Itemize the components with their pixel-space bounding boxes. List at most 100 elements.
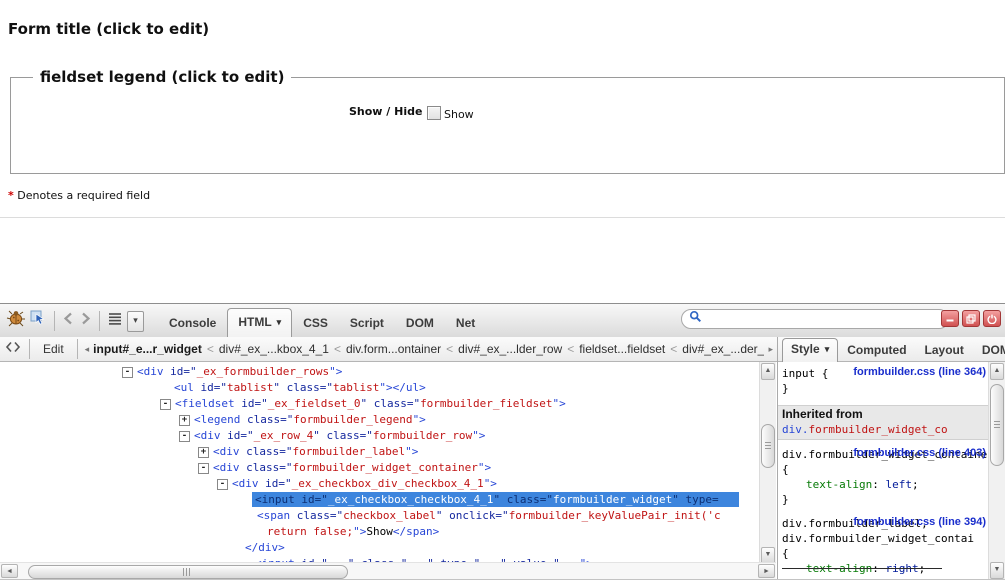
css-selector-line: div.formbuilder_widget_containeformbuild… xyxy=(778,447,988,462)
html-tree: -<div id="_ex_formbuilder_rows"><ul id="… xyxy=(0,362,759,567)
css-selector-line: div.formbuilder_widget_contai xyxy=(778,531,988,546)
breadcrumb-item[interactable]: div.form...ontainer xyxy=(346,342,441,356)
crumb-scroll-right-icon[interactable]: ▸ xyxy=(768,344,773,355)
css-property[interactable]: text-align: right; xyxy=(778,561,988,576)
html-tree-row[interactable]: </div> xyxy=(0,540,759,556)
side-tab-computed[interactable]: Computed xyxy=(838,339,915,362)
css-file-link[interactable]: formbuilder.css (line 394) xyxy=(853,516,986,528)
breadcrumb-item[interactable]: div#_ex_...lder_row xyxy=(458,342,562,356)
html-tree-horizontal-scrollbar[interactable]: ◄ ► xyxy=(0,562,776,579)
style-panel-vertical-scrollbar[interactable]: ▲ ▼ xyxy=(988,362,1005,580)
expand-toggle-icon[interactable]: + xyxy=(198,447,209,458)
style-rules-panel: input {formbuilder.css (line 364)}Inheri… xyxy=(778,362,988,580)
scrollbar-thumb[interactable] xyxy=(761,424,775,468)
tab-label: Style xyxy=(791,342,820,356)
side-tab-style[interactable]: Style▾ xyxy=(782,338,838,362)
html-tree-vertical-scrollbar[interactable]: ▲ ▼ xyxy=(759,362,776,565)
scrollbar-thumb[interactable] xyxy=(28,565,348,579)
panel-list-icon[interactable] xyxy=(107,311,123,332)
css-rule: input {formbuilder.css (line 364)} xyxy=(778,366,988,396)
detach-window-button[interactable] xyxy=(962,310,980,327)
css-property[interactable]: text-align: left; xyxy=(778,477,988,492)
breadcrumb-item[interactable]: div#_ex_...der_rows xyxy=(682,342,764,356)
close-power-button[interactable] xyxy=(983,310,1001,327)
collapse-toggle-icon[interactable]: - xyxy=(122,367,133,378)
code-token: tablist xyxy=(333,381,379,394)
inspect-element-icon[interactable] xyxy=(30,310,47,332)
crumb-scroll-left-icon[interactable]: ◂ xyxy=(85,344,90,355)
minimize-button[interactable] xyxy=(941,310,959,327)
tab-dom[interactable]: DOM xyxy=(395,309,445,338)
side-panel-tabs: Style▾ Computed LayoutDOM xyxy=(782,338,1005,362)
search-input[interactable] xyxy=(706,311,948,327)
side-tab-layout[interactable]: Layout xyxy=(916,339,973,362)
code-token: id=" xyxy=(265,477,292,490)
code-token: formbuilder_label xyxy=(292,445,405,458)
collapse-toggle-icon[interactable]: - xyxy=(217,479,228,490)
back-chevron-icon[interactable] xyxy=(62,311,75,331)
breadcrumb-item[interactable]: div#_ex_...kbox_4_1 xyxy=(219,342,329,356)
breadcrumb-item[interactable]: fieldset...fieldset xyxy=(579,342,665,356)
code-token: "> xyxy=(379,381,392,394)
code-brackets-icon[interactable] xyxy=(0,340,26,359)
collapse-toggle-icon[interactable]: - xyxy=(160,399,171,410)
toolbar-dropdown-button[interactable]: ▾ xyxy=(127,311,144,332)
scrollbar-thumb[interactable] xyxy=(990,384,1004,466)
code-token: "> xyxy=(353,525,366,538)
show-checkbox-label[interactable]: Show xyxy=(444,108,474,121)
fieldset-legend[interactable]: fieldset legend (click to edit) xyxy=(33,68,291,86)
code-token: formbuilder_legend xyxy=(293,413,412,426)
code-token: formbuilder_widget xyxy=(553,493,672,506)
tab-css[interactable]: CSS xyxy=(292,309,339,338)
breadcrumb-separator: < xyxy=(670,342,677,356)
breadcrumb-item[interactable]: input#_e...r_widget xyxy=(93,342,202,356)
tab-script[interactable]: Script xyxy=(339,309,395,338)
caret-down-icon: ▾ xyxy=(277,317,282,328)
code-token: <div xyxy=(137,365,170,378)
scroll-down-button[interactable]: ▼ xyxy=(990,562,1004,579)
html-tree-row[interactable]: return false;">Show</span> xyxy=(0,524,759,540)
tab-label: CSS xyxy=(303,316,328,330)
tab-net[interactable]: Net xyxy=(445,309,486,338)
search-box[interactable] xyxy=(681,309,949,329)
html-tree-row[interactable]: <input id="_ex_checkbox_checkbox_4_1" cl… xyxy=(0,492,759,508)
collapse-toggle-icon[interactable]: - xyxy=(198,463,209,474)
html-tree-row[interactable]: <span class="checkbox_label" onclick="fo… xyxy=(0,508,759,524)
scroll-up-button[interactable]: ▲ xyxy=(990,363,1004,380)
tab-console[interactable]: Console xyxy=(158,309,227,338)
code-token: id=" xyxy=(170,365,197,378)
scroll-up-button[interactable]: ▲ xyxy=(761,363,775,380)
html-tree-row[interactable]: -<div id="_ex_row_4" class="formbuilder_… xyxy=(0,428,759,444)
html-tree-row[interactable]: -<div class="formbuilder_widget_containe… xyxy=(0,460,759,476)
html-tree-row[interactable]: -<div id="_ex_formbuilder_rows"> xyxy=(0,364,759,380)
css-file-link[interactable]: formbuilder.css (line 403) xyxy=(853,447,986,459)
forward-chevron-icon[interactable] xyxy=(79,311,92,331)
breadcrumb: input#_e...r_widget<div#_ex_...kbox_4_1<… xyxy=(93,342,764,356)
form-title[interactable]: Form title (click to edit) xyxy=(8,20,209,38)
html-tree-row[interactable]: +<div class="formbuilder_label"> xyxy=(0,444,759,460)
side-tab-dom[interactable]: DOM xyxy=(973,339,1005,362)
code-token: class=" xyxy=(326,429,372,442)
crumb-separator-line xyxy=(77,339,78,359)
tab-label: Net xyxy=(456,316,475,330)
code-token: class=" xyxy=(246,461,292,474)
scroll-right-button[interactable]: ► xyxy=(758,564,775,578)
tab-label: Computed xyxy=(847,343,906,357)
code-token: " xyxy=(313,429,326,442)
code-token: formbuilder_row xyxy=(373,429,472,442)
html-tree-row[interactable]: -<div id="_ex_checkbox_div_checkbox_4_1"… xyxy=(0,476,759,492)
html-tree-row[interactable]: <ul id="tablist" class="tablist"></ul> xyxy=(0,380,759,396)
expand-toggle-icon[interactable]: + xyxy=(179,415,190,426)
html-tree-row[interactable]: -<fieldset id="_ex_fieldset_0" class="fo… xyxy=(0,396,759,412)
html-tree-row[interactable]: +<legend class="formbuilder_legend"> xyxy=(0,412,759,428)
show-checkbox[interactable] xyxy=(427,106,441,120)
css-file-link[interactable]: formbuilder.css (line 364) xyxy=(853,366,986,378)
inherited-from-selector[interactable]: div.formbuilder_widget_co xyxy=(782,423,948,436)
code-token: _ex_checkbox_div_checkbox_4_1 xyxy=(292,477,484,490)
collapse-toggle-icon[interactable]: - xyxy=(179,431,190,442)
firebug-bug-icon[interactable] xyxy=(6,310,26,332)
tab-html[interactable]: HTML▾ xyxy=(227,308,292,338)
code-token: type= xyxy=(686,493,719,506)
edit-button[interactable]: Edit xyxy=(33,342,74,356)
scroll-left-button[interactable]: ◄ xyxy=(1,564,18,578)
